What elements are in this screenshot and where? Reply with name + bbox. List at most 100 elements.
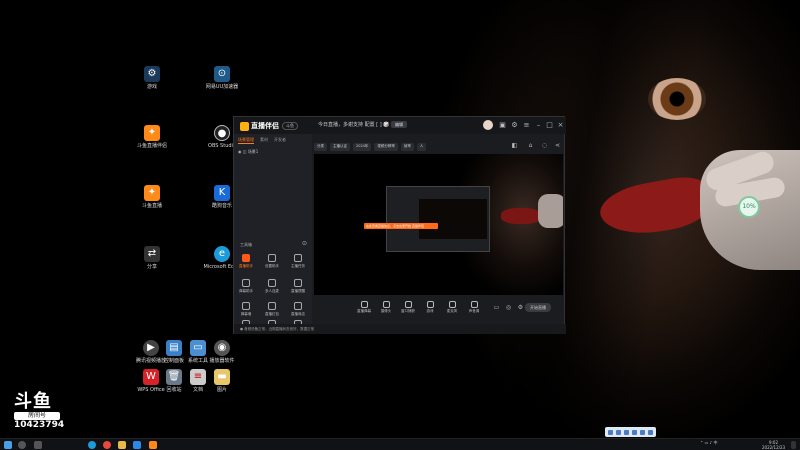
skin-icon[interactable]: ▣ — [498, 121, 507, 130]
taskbar-edge-icon[interactable] — [88, 441, 96, 449]
settings-gear-icon[interactable]: ⚙ — [516, 303, 525, 312]
tray-icons[interactable]: ⌃ ▭ ♪ 中 — [700, 440, 718, 445]
stream-preview[interactable]: 在此查看直播信息，点击这里开始 直播伴侣 — [314, 154, 563, 295]
douyu-watermark: 斗鱼 房间号 10423794 — [14, 391, 65, 430]
douyu-icon: ✦ — [144, 125, 160, 141]
danmaku-icon — [242, 279, 250, 287]
taskbar-explorer-icon[interactable] — [118, 441, 126, 449]
settings-icon[interactable]: ⚙ — [510, 121, 519, 130]
edit-button[interactable]: 编辑 — [391, 121, 407, 128]
taskbar-app-icon[interactable] — [133, 441, 141, 449]
platform-badge[interactable]: 斗鱼 — [282, 122, 298, 130]
red-packet-icon — [268, 302, 276, 310]
streaming-app-window[interactable]: 直播伴侣 斗鱼 今日直播，多谢支持 配置 [ ] 🎲 ⌒ 编辑 ▣ ⚙ ≡ – … — [233, 116, 566, 334]
desktop-icon-steam[interactable]: ⚙ 游戏 — [132, 66, 172, 90]
reminder-icon — [294, 279, 302, 287]
clock[interactable]: 9:02 2022/12/23 — [762, 440, 785, 450]
info-tag[interactable]: 分类 — [314, 143, 327, 151]
info-tag: 2024年 — [353, 143, 372, 151]
avatar[interactable] — [483, 120, 493, 130]
maximize-icon[interactable]: □ — [545, 121, 554, 130]
multi-mic-icon — [268, 279, 276, 287]
app-name: 直播伴侣 — [251, 122, 279, 130]
chat-icon[interactable]: ◌ — [540, 141, 549, 150]
desktop-icon-folder[interactable]: ▬ 图片 — [202, 369, 242, 393]
tray-app-icon[interactable] — [640, 429, 645, 435]
settings-assistant-icon — [268, 254, 276, 262]
desktop-icon-media[interactable]: ◉ 播放器软件 — [202, 340, 242, 364]
stream-title[interactable]: 今日直播，多谢支持 配置 [ ] 🎲 ⌒ — [318, 121, 396, 129]
pause-icon[interactable]: ◎ — [504, 303, 513, 312]
tasks-icon — [294, 254, 302, 262]
store-icon — [294, 302, 302, 310]
tool-danmaku-assistant[interactable]: 弹幕助手 — [234, 279, 258, 294]
source-danmaku[interactable]: 直播弹幕 — [354, 301, 374, 314]
tab-materials[interactable]: 素材 — [260, 137, 268, 144]
tray-app-icon[interactable] — [624, 429, 629, 435]
edge-icon: e — [214, 246, 230, 262]
share-icon: ⇄ — [144, 246, 160, 262]
share-icon[interactable]: ⋖ — [553, 141, 562, 150]
preview-red-paint — [501, 208, 541, 224]
uu-icon: ⊙ — [214, 66, 230, 82]
tray-app-icon[interactable] — [648, 429, 653, 435]
room-number: 10423794 — [14, 420, 65, 430]
tool-settings-assistant[interactable]: 设置助手 — [260, 254, 284, 269]
record-icon[interactable]: ▭ — [492, 303, 501, 312]
home-icon[interactable]: ⌂ — [526, 141, 535, 150]
source-volume[interactable]: 声音调 — [464, 301, 484, 314]
desktop-icon-douyu-live[interactable]: ✦ 斗鱼直播 — [132, 185, 172, 209]
info-tag[interactable]: 主播认证 — [330, 143, 350, 151]
scene-item[interactable]: ◉ ◫ 场景1 — [234, 147, 312, 157]
taskbar-chrome-icon[interactable] — [103, 441, 111, 449]
source-mic[interactable]: 麦克风 — [442, 301, 462, 314]
danmaku-source-icon — [360, 301, 368, 308]
tray-app-icon[interactable] — [632, 429, 637, 435]
info-tag: 视频分辨率 — [374, 143, 398, 151]
start-icon[interactable] — [4, 441, 12, 449]
tray-app-icon[interactable] — [616, 429, 621, 435]
percent-widget[interactable]: 10% — [738, 196, 760, 218]
source-game[interactable]: 游戏 — [420, 301, 440, 314]
camera-icon[interactable]: ◧ — [510, 141, 519, 150]
tool-danmaku-wall[interactable]: 弹幕墙 — [234, 302, 258, 317]
search-icon[interactable] — [18, 441, 26, 449]
folder-icon: ▬ — [214, 369, 230, 385]
tab-developer[interactable]: 开发者 — [274, 137, 286, 144]
app-logo: 直播伴侣 — [240, 121, 279, 131]
taskbar-douyu-icon[interactable] — [149, 441, 157, 449]
task-view-icon[interactable] — [34, 441, 42, 449]
desktop-icon-douyu-companion[interactable]: ✦ 斗鱼直播伴侣 — [132, 125, 172, 149]
start-live-button[interactable]: 开始直播 — [525, 303, 551, 312]
app-title-bar[interactable]: 直播伴侣 斗鱼 今日直播，多谢支持 配置 [ ] 🎲 ⌒ 编辑 ▣ ⚙ ≡ – … — [234, 117, 566, 134]
tool-multi-mic[interactable]: 多人连麦 — [260, 279, 284, 294]
douyu-logo: 斗鱼 — [14, 391, 52, 412]
preview-nested-app — [386, 186, 490, 252]
danmaku-wall-icon — [242, 302, 250, 310]
tray-overflow[interactable] — [605, 427, 656, 437]
tool-live-store[interactable]: 直播商店 — [286, 302, 310, 317]
status-bar: ● 音频设备正常，近期直播状态良好，数据正常 — [234, 324, 566, 334]
menu-icon[interactable]: ≡ — [522, 121, 531, 130]
tool-live-assistant[interactable]: 直播助手 — [234, 254, 258, 269]
close-icon[interactable]: × — [556, 121, 565, 130]
tray-app-icon[interactable] — [608, 429, 613, 435]
minimize-icon[interactable]: – — [534, 121, 543, 130]
source-camera[interactable]: 摄像头 — [376, 301, 396, 314]
info-tag: 人 — [416, 143, 427, 151]
tool-streamer-tasks[interactable]: 主播任务 — [286, 254, 310, 269]
desktop-icon-share[interactable]: ⇄ 分享 — [132, 246, 172, 270]
volume-source-icon — [470, 301, 478, 308]
desktop-icon-uu[interactable]: ⊙ 网易UU加速器 — [202, 66, 242, 90]
source-window[interactable]: 窗口捕获 — [398, 301, 418, 314]
tool-live-reminder[interactable]: 直播提醒 — [286, 279, 310, 294]
left-tabs: 场景管理 素材 开发者 — [234, 134, 312, 147]
tools-settings-icon[interactable]: ⊙ — [300, 239, 309, 248]
tab-scenes[interactable]: 场景管理 — [238, 137, 254, 144]
tool-red-packet[interactable]: 直播红包 — [260, 302, 284, 317]
stream-info-bar: 分类 主播认证 2024年 视频分辨率 帧率 人 — [314, 143, 427, 151]
preview-tooltip: 在此查看直播信息，点击这里开始 直播伴侣 — [364, 223, 438, 229]
info-tag: 帧率 — [400, 143, 414, 151]
live-assistant-icon — [242, 254, 250, 262]
notification-icon[interactable] — [791, 441, 796, 449]
